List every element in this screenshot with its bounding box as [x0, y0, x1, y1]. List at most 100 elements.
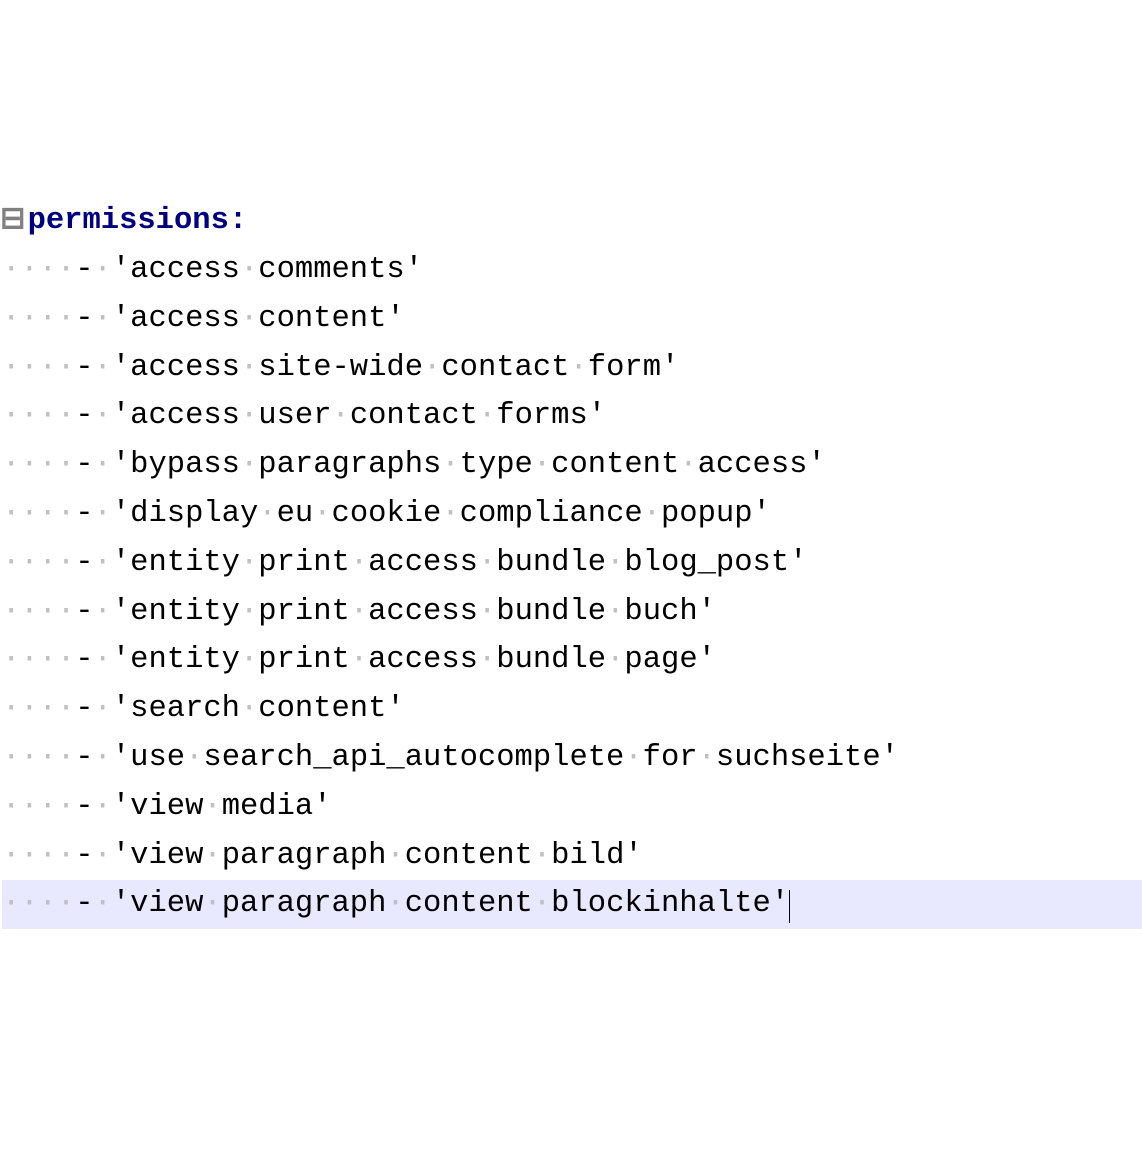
yaml-string-value: access·content [130, 302, 386, 336]
quote-open: ' [112, 546, 130, 580]
quote-open: ' [112, 302, 130, 336]
whitespace-sep: · [94, 302, 112, 336]
yaml-string-value: view·media [130, 790, 313, 824]
code-editor-view[interactable]: ⊟permissions: ····-·'access·comments' ··… [2, 197, 1142, 929]
quote-close: ' [313, 790, 331, 824]
yaml-list-item[interactable]: ····-·'bypass·paragraphs·type·content·ac… [2, 441, 1142, 490]
whitespace-sep: · [94, 741, 112, 775]
yaml-list-item[interactable]: ····-·'access·site-wide·contact·form' [2, 344, 1142, 393]
whitespace-indent: ···· [2, 887, 75, 921]
whitespace-indent: ···· [2, 302, 75, 336]
quote-close: ' [624, 839, 642, 873]
quote-open: ' [112, 595, 130, 629]
quote-close: ' [386, 692, 404, 726]
quote-open: ' [112, 253, 130, 287]
yaml-string-value: search·content [130, 692, 386, 726]
quote-open: ' [112, 448, 130, 482]
yaml-dash: - [75, 741, 93, 775]
yaml-string-value: entity·print·access·bundle·buch [130, 595, 697, 629]
yaml-colon: : [229, 204, 247, 238]
yaml-dash: - [75, 351, 93, 385]
quote-open: ' [112, 692, 130, 726]
quote-close: ' [807, 448, 825, 482]
yaml-dash: - [75, 448, 93, 482]
yaml-string-value: access·comments [130, 253, 405, 287]
yaml-key: permissions [28, 204, 229, 238]
yaml-dash: - [75, 399, 93, 433]
yaml-dash: - [75, 790, 93, 824]
quote-close: ' [661, 351, 679, 385]
whitespace-indent: ···· [2, 448, 75, 482]
quote-open: ' [112, 643, 130, 677]
whitespace-sep: · [94, 643, 112, 677]
yaml-list-item[interactable]: ····-·'access·user·contact·forms' [2, 392, 1142, 441]
whitespace-sep: · [94, 497, 112, 531]
yaml-dash: - [75, 497, 93, 531]
whitespace-sep: · [94, 399, 112, 433]
yaml-list-item[interactable]: ····-·'entity·print·access·bundle·blog_p… [2, 539, 1142, 588]
quote-close: ' [789, 546, 807, 580]
whitespace-indent: ···· [2, 351, 75, 385]
quote-close: ' [405, 253, 423, 287]
yaml-string-value: entity·print·access·bundle·page [130, 643, 697, 677]
whitespace-indent: ···· [2, 253, 75, 287]
quote-close: ' [881, 741, 899, 775]
quote-open: ' [112, 399, 130, 433]
quote-close: ' [386, 302, 404, 336]
whitespace-indent: ···· [2, 692, 75, 726]
yaml-list-item[interactable]: ····-·'access·content' [2, 295, 1142, 344]
yaml-list-item[interactable]: ····-·'view·media' [2, 783, 1142, 832]
whitespace-indent: ···· [2, 595, 75, 629]
quote-open: ' [112, 351, 130, 385]
yaml-list-item[interactable]: ····-·'entity·print·access·bundle·buch' [2, 588, 1142, 637]
quote-close: ' [588, 399, 606, 433]
yaml-string-value: view·paragraph·content·blockinhalte [130, 887, 771, 921]
quote-open: ' [112, 839, 130, 873]
whitespace-sep: · [94, 351, 112, 385]
quote-close: ' [771, 887, 789, 921]
whitespace-indent: ···· [2, 839, 75, 873]
yaml-list-item[interactable]: ····-·'search·content' [2, 685, 1142, 734]
whitespace-indent: ···· [2, 741, 75, 775]
whitespace-indent: ···· [2, 790, 75, 824]
yaml-list-item[interactable]: ····-·'access·comments' [2, 246, 1142, 295]
yaml-string-value: display·eu·cookie·compliance·popup [130, 497, 752, 531]
quote-close: ' [698, 595, 716, 629]
yaml-list-item[interactable]: ····-·'entity·print·access·bundle·page' [2, 636, 1142, 685]
yaml-string-value: view·paragraph·content·bild [130, 839, 624, 873]
yaml-string-value: bypass·paragraphs·type·content·access [130, 448, 807, 482]
yaml-key-line[interactable]: ⊟permissions: [2, 197, 1142, 246]
whitespace-indent: ···· [2, 497, 75, 531]
yaml-dash: - [75, 692, 93, 726]
whitespace-indent: ···· [2, 399, 75, 433]
whitespace-sep: · [94, 253, 112, 287]
yaml-dash: - [75, 546, 93, 580]
quote-open: ' [112, 887, 130, 921]
yaml-list-item[interactable]: ····-·'use·search_api_autocomplete·for·s… [2, 734, 1142, 783]
yaml-dash: - [75, 643, 93, 677]
whitespace-sep: · [94, 692, 112, 726]
quote-open: ' [112, 741, 130, 775]
quote-open: ' [112, 790, 130, 824]
whitespace-sep: · [94, 887, 112, 921]
whitespace-sep: · [94, 546, 112, 580]
yaml-list-item[interactable]: ····-·'view·paragraph·content·blockinhal… [2, 880, 1142, 929]
whitespace-sep: · [94, 839, 112, 873]
yaml-string-value: access·user·contact·forms [130, 399, 588, 433]
whitespace-sep: · [94, 448, 112, 482]
quote-close: ' [753, 497, 771, 531]
yaml-string-value: entity·print·access·bundle·blog_post [130, 546, 789, 580]
yaml-dash: - [75, 253, 93, 287]
yaml-list-item[interactable]: ····-· 'display·eu·cookie·compliance·popu… [2, 490, 1142, 539]
yaml-dash: - [75, 887, 93, 921]
yaml-string-value: use·search_api_autocomplete·for·suchseit… [130, 741, 880, 775]
text-cursor [789, 890, 790, 924]
quote-close: ' [698, 643, 716, 677]
yaml-list-item[interactable]: ····-·'view·paragraph·content·bild' [2, 832, 1142, 881]
fold-minus-icon[interactable]: ⊟ [0, 204, 26, 238]
whitespace-indent: ···· [2, 546, 75, 580]
yaml-string-value: access·site-wide·contact·form [130, 351, 661, 385]
whitespace-indent: ···· [2, 643, 75, 677]
yaml-dash: - [75, 839, 93, 873]
yaml-dash: - [75, 595, 93, 629]
